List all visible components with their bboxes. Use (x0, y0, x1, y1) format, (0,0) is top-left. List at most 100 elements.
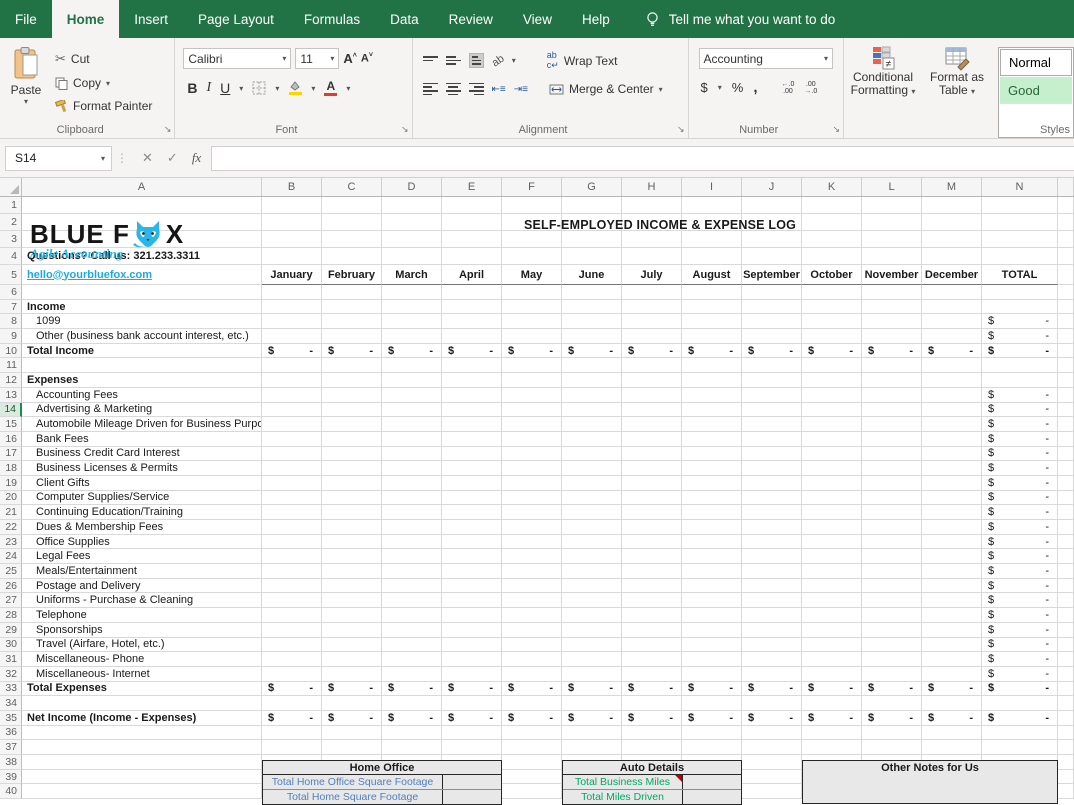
cell-H12[interactable] (622, 373, 682, 388)
cell-B35[interactable]: $- (262, 711, 322, 726)
cell-A23[interactable]: Office Supplies (22, 535, 262, 550)
cell-E33[interactable]: $- (442, 682, 502, 697)
tab-page-layout[interactable]: Page Layout (183, 0, 289, 38)
cell-G10[interactable]: $- (562, 344, 622, 359)
cell-H22[interactable] (622, 520, 682, 535)
cell-E20[interactable] (442, 491, 502, 506)
borders-icon[interactable] (252, 81, 266, 95)
cell-K8[interactable] (802, 314, 862, 329)
merge-center-button[interactable]: Merge & Center▾ (546, 81, 666, 97)
cell-A5[interactable]: hello@yourbluefox.com (22, 265, 262, 285)
cell-C32[interactable] (322, 667, 382, 682)
cell-M21[interactable] (922, 505, 982, 520)
cell-H34[interactable] (622, 696, 682, 711)
cell-L35[interactable]: $- (862, 711, 922, 726)
increase-decimal-button[interactable]: ←.0.00 (782, 81, 795, 95)
column-header-B[interactable]: B (262, 178, 322, 196)
cell-K33[interactable]: $- (802, 682, 862, 697)
cell-I4[interactable] (682, 248, 742, 265)
cell-B11[interactable] (262, 358, 322, 373)
cell-N36[interactable] (982, 726, 1058, 741)
cell-L13[interactable] (862, 388, 922, 403)
cell-C7[interactable] (322, 300, 382, 315)
cell-E3[interactable] (442, 231, 502, 248)
row-header-8[interactable]: 8 (0, 314, 22, 329)
row-header-18[interactable]: 18 (0, 461, 22, 476)
cell-E18[interactable] (442, 461, 502, 476)
cell-E35[interactable]: $- (442, 711, 502, 726)
cell-partial-20[interactable] (1058, 491, 1074, 506)
cell-F1[interactable] (502, 197, 562, 214)
tab-file[interactable]: File (0, 0, 52, 38)
cell-I28[interactable] (682, 608, 742, 623)
cell-K36[interactable] (802, 726, 862, 741)
cell-J25[interactable] (742, 564, 802, 579)
cell-G35[interactable]: $- (562, 711, 622, 726)
cell-H1[interactable] (622, 197, 682, 214)
cell-L32[interactable] (862, 667, 922, 682)
cell-L37[interactable] (862, 740, 922, 755)
cell-K17[interactable] (802, 447, 862, 462)
cell-D8[interactable] (382, 314, 442, 329)
cell-H18[interactable] (622, 461, 682, 476)
cell-A36[interactable] (22, 726, 262, 741)
row-header-21[interactable]: 21 (0, 505, 22, 520)
cell-F25[interactable] (502, 564, 562, 579)
align-bottom-icon[interactable] (469, 53, 484, 68)
cell-I21[interactable] (682, 505, 742, 520)
cell-H23[interactable] (622, 535, 682, 550)
cell-N26[interactable]: $- (982, 579, 1058, 594)
align-right-icon[interactable] (469, 83, 484, 95)
cell-C36[interactable] (322, 726, 382, 741)
cell-K16[interactable] (802, 432, 862, 447)
cell-D28[interactable] (382, 608, 442, 623)
select-all-corner[interactable] (0, 178, 22, 196)
fill-color-button[interactable] (288, 81, 302, 95)
cell-B36[interactable] (262, 726, 322, 741)
cell-M23[interactable] (922, 535, 982, 550)
cell-H17[interactable] (622, 447, 682, 462)
cell-F13[interactable] (502, 388, 562, 403)
row-header-29[interactable]: 29 (0, 623, 22, 638)
cell-F21[interactable] (502, 505, 562, 520)
cell-D15[interactable] (382, 417, 442, 432)
month-header-November[interactable]: November (862, 265, 922, 285)
cell-C20[interactable] (322, 491, 382, 506)
cell-K19[interactable] (802, 476, 862, 491)
cell-N32[interactable]: $- (982, 667, 1058, 682)
cell-E19[interactable] (442, 476, 502, 491)
align-middle-icon[interactable] (446, 56, 461, 65)
increase-font-icon[interactable]: A˄ (343, 51, 356, 66)
cell-G32[interactable] (562, 667, 622, 682)
cell-C28[interactable] (322, 608, 382, 623)
cell-I37[interactable] (682, 740, 742, 755)
cell-A29[interactable]: Sponsorships (22, 623, 262, 638)
column-header-M[interactable]: M (922, 178, 982, 196)
month-header-May[interactable]: May (502, 265, 562, 285)
cell-I8[interactable] (682, 314, 742, 329)
cell-L30[interactable] (862, 638, 922, 653)
cell-N1[interactable] (982, 197, 1058, 214)
row-header-32[interactable]: 32 (0, 667, 22, 682)
cell-I20[interactable] (682, 491, 742, 506)
cell-G23[interactable] (562, 535, 622, 550)
column-header-partial[interactable] (1058, 178, 1074, 196)
cell-J37[interactable] (742, 740, 802, 755)
cell-M11[interactable] (922, 358, 982, 373)
cell-A12[interactable]: Expenses (22, 373, 262, 388)
cell-H14[interactable] (622, 403, 682, 418)
cell-C31[interactable] (322, 652, 382, 667)
cell-A18[interactable]: Business Licenses & Permits (22, 461, 262, 476)
cell-E15[interactable] (442, 417, 502, 432)
cell-J12[interactable] (742, 373, 802, 388)
cell-partial-1[interactable] (1058, 197, 1074, 214)
cell-H6[interactable] (622, 285, 682, 300)
cell-H13[interactable] (622, 388, 682, 403)
cell-K29[interactable] (802, 623, 862, 638)
row-header-24[interactable]: 24 (0, 549, 22, 564)
cell-B25[interactable] (262, 564, 322, 579)
cell-H25[interactable] (622, 564, 682, 579)
cell-F38[interactable] (502, 755, 562, 770)
cell-L33[interactable]: $- (862, 682, 922, 697)
row-header-1[interactable]: 1 (0, 197, 22, 214)
